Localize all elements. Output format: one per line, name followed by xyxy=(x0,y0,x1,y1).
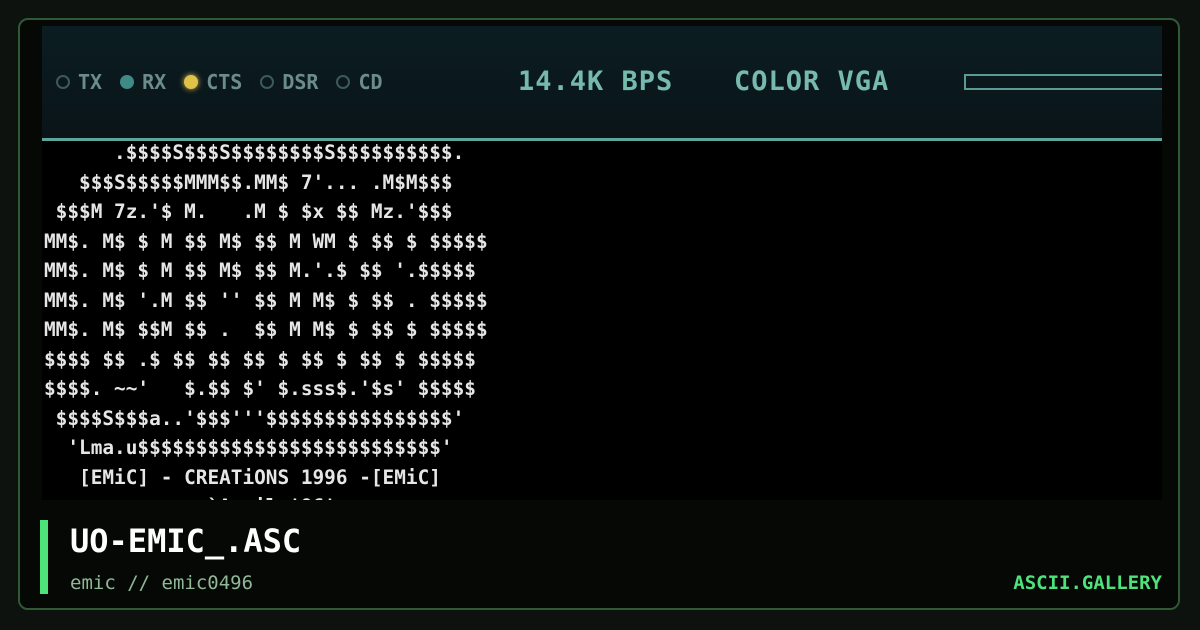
led-yellow-icon xyxy=(184,75,199,89)
indicator-cd: CD xyxy=(336,70,383,94)
art-line: $$$$ $$ .$ $$ $$ $$ $ $$ $ $$ $ $$$$$ xyxy=(44,347,476,371)
ascii-art: .$$$$S$$$S$$$$$$$$S$$$$$$$$$$. $$$S$$$$$… xyxy=(44,138,488,516)
art-line: .$$$$S$$$S$$$$$$$$S$$$$$$$$$$. xyxy=(44,141,465,164)
art-line: MM$. M$ '.M $$ '' $$ M M$ $ $$ . $$$$$ xyxy=(44,288,488,312)
transfer-progress-bar xyxy=(964,74,1162,90)
indicator-group: TX RX CTS DSR CD xyxy=(56,70,401,94)
footer: UO-EMIC_.ASC emic // emic0496 ASCII.GALL… xyxy=(20,500,1178,608)
art-line: MM$. M$ $$M $$ . $$ M M$ $ $$ $ $$$$$ xyxy=(44,318,488,341)
art-line: $$$$S$$$a..'$$$'''$$$$$$$$$$$$$$$$' xyxy=(44,406,465,430)
indicator-label: RX xyxy=(142,70,167,94)
art-line: $$$$. ~~' $.$$ $' $.sss$.'$s' $$$$$ xyxy=(44,377,476,400)
led-off-icon xyxy=(56,75,70,89)
art-line: 'Lma.u$$$$$$$$$$$$$$$$$$$$$$$$$$' xyxy=(44,436,453,459)
indicator-label: TX xyxy=(78,70,103,94)
art-line: MM$. M$ $ M $$ M$ $$ M.'.$ $$ '.$$$$$ xyxy=(44,259,476,282)
modem-status-bar: TX RX CTS DSR CD 14.4K BPS COLOR VGA xyxy=(42,26,1162,141)
led-off-icon xyxy=(260,75,275,89)
site-brand[interactable]: ASCII.GALLERY xyxy=(1013,572,1162,594)
accent-bar xyxy=(40,520,48,594)
indicator-label: DSR xyxy=(282,70,319,94)
artwork-title: UO-EMIC_.ASC xyxy=(70,522,302,560)
artwork-author: emic // emic0496 xyxy=(70,572,254,594)
terminal-screen: TX RX CTS DSR CD 14.4K BPS COLOR VGA .$$… xyxy=(42,26,1162,516)
indicator-rx: RX xyxy=(120,70,166,94)
art-line: $$$S$$$$$MMM$$.MM$ 7'... .M$M$$$ xyxy=(44,170,453,194)
indicator-dsr: DSR xyxy=(260,70,318,94)
art-line: MM$. M$ $ M $$ M$ $$ M WM $ $$ $ $$$$$ xyxy=(44,229,488,253)
indicator-cts: CTS xyxy=(184,70,242,94)
indicator-tx: TX xyxy=(56,70,102,94)
preview-card: TX RX CTS DSR CD 14.4K BPS COLOR VGA .$$… xyxy=(18,18,1180,610)
baud-rate: 14.4K BPS xyxy=(518,66,674,97)
led-teal-icon xyxy=(120,75,135,89)
art-line: $$$M 7z.'$ M. .M $ $x $$ Mz.'$$$ xyxy=(44,200,453,223)
led-off-icon xyxy=(336,75,351,89)
indicator-label: CTS xyxy=(206,70,243,94)
art-line: [EMiC] - CREATiONS 1996 -[EMiC] xyxy=(44,465,441,489)
indicator-label: CD xyxy=(358,70,383,94)
display-mode: COLOR VGA xyxy=(734,66,890,97)
